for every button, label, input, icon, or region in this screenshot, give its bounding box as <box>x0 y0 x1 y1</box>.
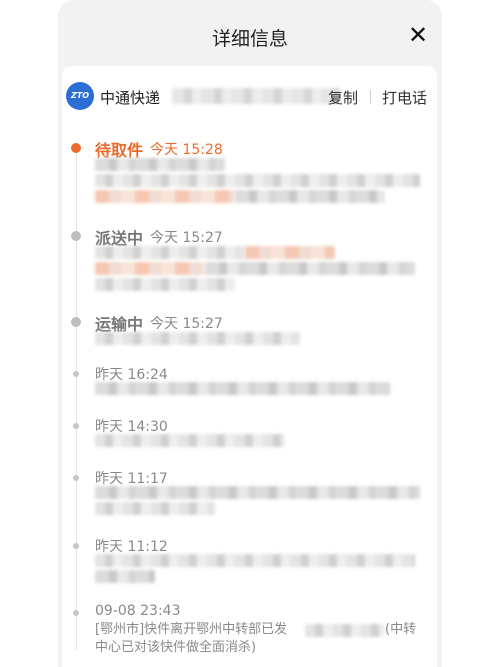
timeline-dot-active <box>71 143 81 153</box>
close-icon[interactable]: ✕ <box>405 22 431 48</box>
event-detail-redacted <box>245 246 335 259</box>
event-detail-redacted <box>95 190 235 203</box>
event-detail-redacted <box>205 262 415 275</box>
event-detail-tail: (中转 <box>385 622 417 637</box>
event-detail-redacted <box>95 332 300 345</box>
event-detail: [鄂州市]快件离开鄂州中转部已发 <box>95 622 288 637</box>
event-detail-redacted <box>95 278 235 291</box>
event-detail-redacted <box>95 486 420 499</box>
event-time: 09-08 23:43 <box>95 603 181 619</box>
event-time: 今天 15:27 <box>150 230 223 246</box>
event-detail-redacted <box>95 502 215 515</box>
timeline-line <box>76 150 77 650</box>
event-detail-redacted <box>95 434 285 447</box>
event-detail-redacted <box>235 190 385 203</box>
event-time: 昨天 16:24 <box>95 367 168 383</box>
zto-logo: ZTO <box>66 82 94 110</box>
event-time: 昨天 14:30 <box>95 419 168 435</box>
timeline-dot <box>73 543 79 549</box>
event-detail-redacted <box>95 554 415 567</box>
event-detail-redacted <box>95 382 390 395</box>
divider <box>370 90 371 104</box>
event-detail-redacted <box>95 174 420 187</box>
event-detail-redacted <box>95 158 225 171</box>
timeline-dot <box>71 317 81 327</box>
copy-button[interactable]: 复制 <box>328 87 358 108</box>
timeline-dot <box>73 423 79 429</box>
event-detail-redacted <box>95 570 155 583</box>
event-time: 昨天 11:12 <box>95 539 168 555</box>
event-detail-redacted <box>95 246 245 259</box>
timeline-dot <box>73 371 79 377</box>
timeline-dot <box>73 475 79 481</box>
event-detail: 中心已对该快件做全面消杀) <box>95 640 257 655</box>
courier-name: 中通快递 <box>100 89 161 107</box>
tracking-number-redacted <box>172 88 340 104</box>
event-time: 今天 15:28 <box>150 142 223 158</box>
event-detail-redacted <box>95 262 205 275</box>
timeline-dot <box>73 610 79 616</box>
call-button[interactable]: 打电话 <box>382 87 427 108</box>
event-time: 今天 15:27 <box>150 316 223 332</box>
event-time: 昨天 11:17 <box>95 471 168 487</box>
timeline-dot <box>71 231 81 241</box>
event-detail-redacted <box>305 624 385 637</box>
courier-row: ZTO 中通快递 复制 打电话 <box>62 78 437 116</box>
